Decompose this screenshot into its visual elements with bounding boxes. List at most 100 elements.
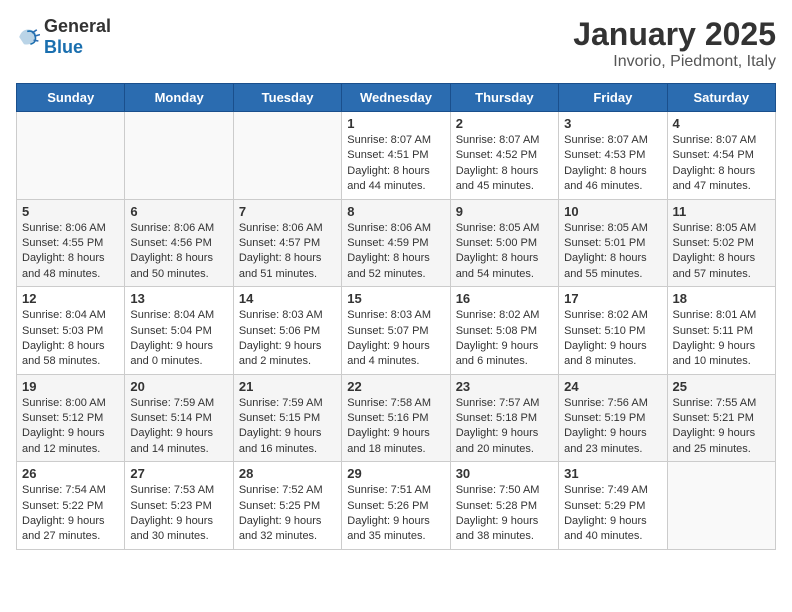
calendar-week-row: 5 Sunrise: 8:06 AM Sunset: 4:55 PM Daylig… [17, 199, 776, 287]
day-info: Sunrise: 8:03 AM Sunset: 5:06 PM Dayligh… [239, 308, 336, 370]
day-info: Sunrise: 8:03 AM Sunset: 5:07 PM Dayligh… [347, 308, 444, 370]
calendar-day-cell: 2 Sunrise: 8:07 AM Sunset: 4:52 PM Daylig… [450, 112, 558, 200]
day-number: 25 [673, 379, 770, 394]
calendar-day-cell: 27 Sunrise: 7:53 AM Sunset: 5:23 PM Dayli… [125, 462, 233, 550]
day-info: Sunrise: 8:07 AM Sunset: 4:52 PM Dayligh… [456, 133, 553, 195]
location-subtitle: Invorio, Piedmont, Italy [573, 53, 776, 71]
weekday-header-sunday: Sunday [17, 84, 125, 112]
day-number: 2 [456, 116, 553, 131]
day-info: Sunrise: 8:06 AM Sunset: 4:59 PM Dayligh… [347, 221, 444, 283]
calendar-day-cell [233, 112, 341, 200]
day-info: Sunrise: 7:57 AM Sunset: 5:18 PM Dayligh… [456, 396, 553, 458]
day-number: 13 [130, 291, 227, 306]
logo-icon [16, 25, 40, 49]
calendar-day-cell: 22 Sunrise: 7:58 AM Sunset: 5:16 PM Dayli… [342, 374, 450, 462]
day-number: 16 [456, 291, 553, 306]
day-info: Sunrise: 7:49 AM Sunset: 5:29 PM Dayligh… [564, 483, 661, 545]
day-number: 20 [130, 379, 227, 394]
calendar-header: SundayMondayTuesdayWednesdayThursdayFrid… [17, 84, 776, 112]
calendar-day-cell: 1 Sunrise: 8:07 AM Sunset: 4:51 PM Daylig… [342, 112, 450, 200]
day-number: 30 [456, 466, 553, 481]
day-info: Sunrise: 8:07 AM Sunset: 4:54 PM Dayligh… [673, 133, 770, 195]
day-info: Sunrise: 8:04 AM Sunset: 5:04 PM Dayligh… [130, 308, 227, 370]
calendar-day-cell: 17Sunrise: 8:02 AM Sunset: 5:10 PM Dayli… [559, 287, 667, 375]
day-number: 18 [673, 291, 770, 306]
calendar-day-cell: 30Sunrise: 7:50 AM Sunset: 5:28 PM Dayli… [450, 462, 558, 550]
day-number: 26 [22, 466, 119, 481]
day-number: 24 [564, 379, 661, 394]
day-number: 14 [239, 291, 336, 306]
calendar-day-cell: 4Sunrise: 8:07 AM Sunset: 4:54 PM Daylig… [667, 112, 775, 200]
calendar-day-cell: 18Sunrise: 8:01 AM Sunset: 5:11 PM Dayli… [667, 287, 775, 375]
title-area: January 2025 Invorio, Piedmont, Italy [573, 16, 776, 71]
calendar-day-cell: 14 Sunrise: 8:03 AM Sunset: 5:06 PM Dayli… [233, 287, 341, 375]
calendar-week-row: 19 Sunrise: 8:00 AM Sunset: 5:12 PM Dayli… [17, 374, 776, 462]
calendar-day-cell: 21 Sunrise: 7:59 AM Sunset: 5:15 PM Dayli… [233, 374, 341, 462]
day-number: 10 [564, 204, 661, 219]
day-info: Sunrise: 7:58 AM Sunset: 5:16 PM Dayligh… [347, 396, 444, 458]
day-info: Sunrise: 8:00 AM Sunset: 5:12 PM Dayligh… [22, 396, 119, 458]
calendar-day-cell: 8 Sunrise: 8:06 AM Sunset: 4:59 PM Daylig… [342, 199, 450, 287]
weekday-header-wednesday: Wednesday [342, 84, 450, 112]
day-number: 15 [347, 291, 444, 306]
day-number: 22 [347, 379, 444, 394]
day-number: 3 [564, 116, 661, 131]
day-info: Sunrise: 7:54 AM Sunset: 5:22 PM Dayligh… [22, 483, 119, 545]
calendar-day-cell [667, 462, 775, 550]
day-info: Sunrise: 8:07 AM Sunset: 4:51 PM Dayligh… [347, 133, 444, 195]
day-number: 21 [239, 379, 336, 394]
day-info: Sunrise: 7:56 AM Sunset: 5:19 PM Dayligh… [564, 396, 661, 458]
calendar-day-cell: 3 Sunrise: 8:07 AM Sunset: 4:53 PM Daylig… [559, 112, 667, 200]
day-info: Sunrise: 8:07 AM Sunset: 4:53 PM Dayligh… [564, 133, 661, 195]
calendar-week-row: 1 Sunrise: 8:07 AM Sunset: 4:51 PM Daylig… [17, 112, 776, 200]
day-number: 17 [564, 291, 661, 306]
weekday-header-row: SundayMondayTuesdayWednesdayThursdayFrid… [17, 84, 776, 112]
day-info: Sunrise: 8:05 AM Sunset: 5:01 PM Dayligh… [564, 221, 661, 283]
calendar-day-cell: 26 Sunrise: 7:54 AM Sunset: 5:22 PM Dayli… [17, 462, 125, 550]
day-number: 8 [347, 204, 444, 219]
day-info: Sunrise: 8:05 AM Sunset: 5:00 PM Dayligh… [456, 221, 553, 283]
calendar-week-row: 26 Sunrise: 7:54 AM Sunset: 5:22 PM Dayli… [17, 462, 776, 550]
day-info: Sunrise: 8:05 AM Sunset: 5:02 PM Dayligh… [673, 221, 770, 283]
day-number: 12 [22, 291, 119, 306]
day-info: Sunrise: 8:06 AM Sunset: 4:55 PM Dayligh… [22, 221, 119, 283]
logo-wordmark: General Blue [44, 16, 111, 58]
calendar-day-cell: 29Sunrise: 7:51 AM Sunset: 5:26 PM Dayli… [342, 462, 450, 550]
page-header: General Blue January 2025 Invorio, Piedm… [16, 16, 776, 71]
calendar-day-cell [125, 112, 233, 200]
month-title: January 2025 [573, 16, 776, 53]
day-number: 9 [456, 204, 553, 219]
calendar-body: 1 Sunrise: 8:07 AM Sunset: 4:51 PM Daylig… [17, 112, 776, 550]
day-info: Sunrise: 7:52 AM Sunset: 5:25 PM Dayligh… [239, 483, 336, 545]
day-number: 1 [347, 116, 444, 131]
calendar-day-cell: 16Sunrise: 8:02 AM Sunset: 5:08 PM Dayli… [450, 287, 558, 375]
day-info: Sunrise: 8:06 AM Sunset: 4:57 PM Dayligh… [239, 221, 336, 283]
day-number: 11 [673, 204, 770, 219]
calendar-day-cell: 20Sunrise: 7:59 AM Sunset: 5:14 PM Dayli… [125, 374, 233, 462]
day-number: 19 [22, 379, 119, 394]
weekday-header-thursday: Thursday [450, 84, 558, 112]
day-number: 31 [564, 466, 661, 481]
weekday-header-tuesday: Tuesday [233, 84, 341, 112]
day-info: Sunrise: 7:51 AM Sunset: 5:26 PM Dayligh… [347, 483, 444, 545]
day-number: 27 [130, 466, 227, 481]
calendar-day-cell: 24 Sunrise: 7:56 AM Sunset: 5:19 PM Dayli… [559, 374, 667, 462]
calendar-day-cell: 6Sunrise: 8:06 AM Sunset: 4:56 PM Daylig… [125, 199, 233, 287]
calendar-day-cell: 9 Sunrise: 8:05 AM Sunset: 5:00 PM Daylig… [450, 199, 558, 287]
logo: General Blue [16, 16, 111, 58]
day-info: Sunrise: 7:59 AM Sunset: 5:15 PM Dayligh… [239, 396, 336, 458]
day-info: Sunrise: 7:55 AM Sunset: 5:21 PM Dayligh… [673, 396, 770, 458]
day-number: 23 [456, 379, 553, 394]
calendar-day-cell: 15 Sunrise: 8:03 AM Sunset: 5:07 PM Dayli… [342, 287, 450, 375]
day-info: Sunrise: 8:04 AM Sunset: 5:03 PM Dayligh… [22, 308, 119, 370]
day-number: 6 [130, 204, 227, 219]
calendar-day-cell: 25 Sunrise: 7:55 AM Sunset: 5:21 PM Dayli… [667, 374, 775, 462]
day-number: 5 [22, 204, 119, 219]
logo-general: General [44, 16, 111, 36]
calendar-day-cell: 31 Sunrise: 7:49 AM Sunset: 5:29 PM Dayli… [559, 462, 667, 550]
weekday-header-monday: Monday [125, 84, 233, 112]
weekday-header-saturday: Saturday [667, 84, 775, 112]
calendar-day-cell: 28Sunrise: 7:52 AM Sunset: 5:25 PM Dayli… [233, 462, 341, 550]
day-info: Sunrise: 7:53 AM Sunset: 5:23 PM Dayligh… [130, 483, 227, 545]
calendar-day-cell: 5 Sunrise: 8:06 AM Sunset: 4:55 PM Daylig… [17, 199, 125, 287]
